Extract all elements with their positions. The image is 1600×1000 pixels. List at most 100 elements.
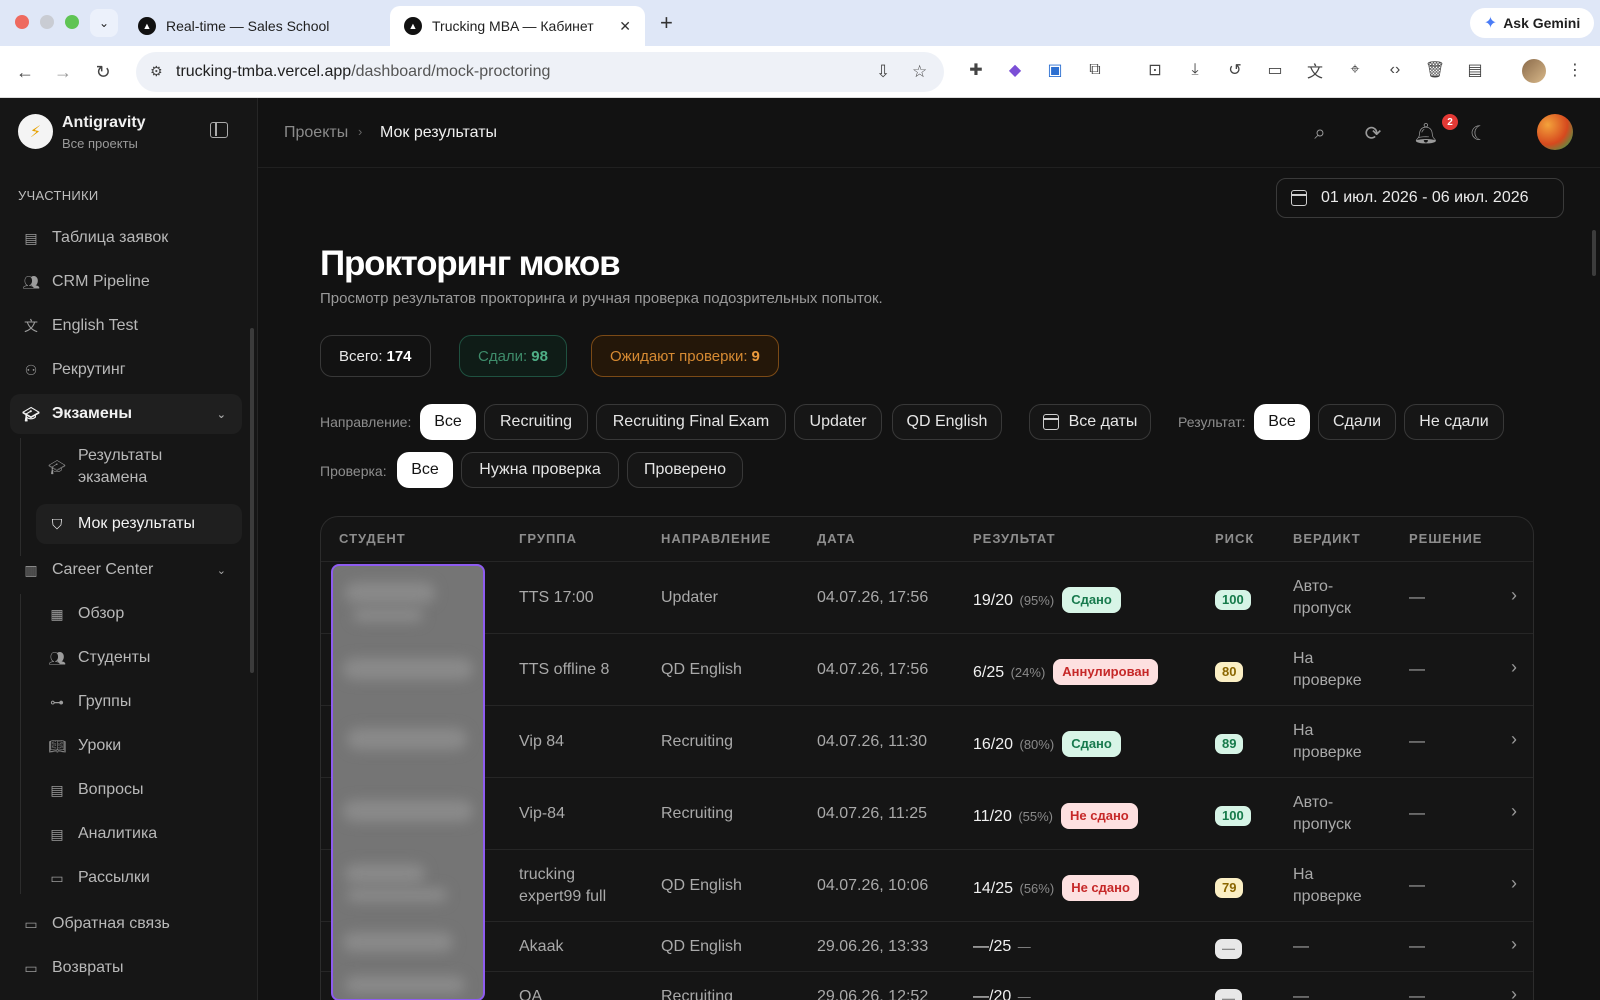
window-minimize-button[interactable] (40, 15, 54, 29)
chevron-right-icon[interactable]: › (1511, 801, 1517, 822)
new-tab-button[interactable]: + (660, 10, 673, 36)
chip-direction-final-exam[interactable]: Recruiting Final Exam (596, 404, 786, 440)
sidebar-item-exam-results[interactable]: 🎓︎ Результаты экзамена (36, 442, 242, 492)
refresh-icon[interactable]: ⟳ (1358, 118, 1388, 148)
chip-check-needs-review[interactable]: Нужна проверка (461, 452, 619, 488)
sidebar-item-students[interactable]: 👥︎ Студенты (36, 638, 242, 678)
forward-button[interactable]: → (50, 59, 76, 85)
main-scrollbar[interactable] (1592, 230, 1596, 276)
browser-tab-trucking-mba[interactable]: ▲ Trucking MBA — Кабинет ✕ (390, 6, 645, 46)
tab-search-button[interactable]: ⌄ (90, 9, 118, 37)
org-name[interactable]: Antigravity (62, 114, 146, 132)
dates-filter-button[interactable]: Все даты (1029, 404, 1151, 440)
breadcrumb-projects[interactable]: Проекты (284, 124, 348, 142)
sidebar-item-lessons[interactable]: 📖︎ Уроки (36, 726, 242, 766)
sidebar-item-mailings[interactable]: ▭ Рассылки (36, 858, 242, 898)
chip-check-all[interactable]: Все (397, 452, 453, 488)
browser-tab-sales-school[interactable]: ▲ Real-time — Sales School (124, 6, 379, 46)
history-icon[interactable]: ↺ (1224, 59, 1246, 81)
extension-s-icon[interactable]: ▣ (1044, 59, 1066, 81)
table-row[interactable]: trucking expert99 full QD English 04.07.… (321, 849, 1533, 921)
extensions-puzzle-icon[interactable]: ⧉ (1084, 59, 1106, 81)
table-row[interactable]: Vip-84 Recruiting 04.07.26, 11:25 11/20 … (321, 777, 1533, 849)
chevron-right-icon[interactable]: › (1511, 657, 1517, 678)
location-pin-icon[interactable]: ⌖ (1344, 59, 1366, 81)
sidebar-item-questions[interactable]: ▤ Вопросы (36, 770, 242, 810)
status-badge: Не сдано (1062, 875, 1139, 901)
profile-avatar[interactable] (1522, 59, 1546, 83)
table-row[interactable]: TTS 17:00 Updater 04.07.26, 17:56 19/20 … (321, 561, 1533, 633)
redaction-blob (345, 864, 425, 884)
stat-value: 98 (531, 347, 548, 365)
translate-icon[interactable]: 文 (1304, 59, 1326, 81)
chip-result-all[interactable]: Все (1254, 404, 1310, 440)
sidebar-item-english-test[interactable]: 文 English Test (10, 306, 242, 346)
sidebar-item-analytics[interactable]: ▤ Аналитика (36, 814, 242, 854)
table-row[interactable]: QA Recruiting 29.06.26, 12:52 —/20 — — —… (321, 971, 1533, 1000)
table-row[interactable]: Akaak QD English 29.06.26, 13:33 —/25 — … (321, 921, 1533, 971)
window-maximize-button[interactable] (65, 15, 79, 29)
column-header-result[interactable]: РЕЗУЛЬТАТ (973, 531, 1056, 546)
sidebar-item-mock-results[interactable]: ⛉ Мок результаты (36, 504, 242, 544)
chip-result-passed[interactable]: Сдали (1318, 404, 1396, 440)
screenshot-icon[interactable]: ⊡ (1144, 59, 1166, 81)
redaction-blob (343, 658, 473, 680)
install-app-icon[interactable]: ⇩ (876, 62, 890, 82)
sidebar-item-career-center[interactable]: ▥ Career Center ⌄ (10, 550, 242, 590)
reload-button[interactable]: ↻ (90, 59, 116, 85)
more-menu-icon[interactable]: ⋮ (1564, 59, 1586, 81)
ask-gemini-button[interactable]: ✦ Ask Gemini (1470, 8, 1594, 38)
sidebar-item-groups[interactable]: ⊶ Группы (36, 682, 242, 722)
bookmark-star-icon[interactable]: ☆ (912, 62, 927, 82)
window-close-button[interactable] (15, 15, 29, 29)
chip-direction-updater[interactable]: Updater (794, 404, 882, 440)
moon-icon[interactable]: ☾ (1464, 118, 1494, 148)
close-icon[interactable]: ✕ (619, 18, 631, 35)
sidebar-scrollbar[interactable] (250, 328, 254, 673)
devices-icon[interactable]: ▭ (1264, 59, 1286, 81)
column-header-risk[interactable]: РИСК (1215, 531, 1254, 546)
extension-plus-icon[interactable]: ✚ (965, 59, 987, 81)
site-settings-icon[interactable]: ⚙ (150, 63, 163, 80)
cell-direction: Updater (661, 589, 718, 606)
sidebar-item-returns[interactable]: ▭ Возвраты (10, 948, 242, 988)
sidebar-toggle-icon[interactable] (210, 122, 228, 138)
extension-gem-icon[interactable]: ◆ (1004, 59, 1026, 81)
download-icon[interactable]: ⤓ (1184, 59, 1206, 81)
side-panel-icon[interactable]: ▤ (1464, 59, 1486, 81)
column-header-direction[interactable]: НАПРАВЛЕНИЕ (661, 531, 771, 546)
bell-icon[interactable]: 🔔︎ (1411, 118, 1441, 148)
trash-icon[interactable]: 🗑 (1424, 59, 1446, 81)
code-icon[interactable]: ‹› (1384, 59, 1406, 81)
sidebar-item-applications[interactable]: ▤ Таблица заявок (10, 218, 242, 258)
column-header-group[interactable]: ГРУППА (519, 531, 577, 546)
date-range-picker[interactable]: 01 июл. 2026 - 06 июл. 2026 (1276, 178, 1564, 218)
column-header-verdict[interactable]: ВЕРДИКТ (1293, 531, 1361, 546)
column-header-decision[interactable]: РЕШЕНИЕ (1409, 531, 1482, 546)
sidebar-item-feedback[interactable]: ▭ Обратная связь (10, 904, 242, 944)
back-button[interactable]: ← (12, 59, 38, 85)
cell-direction: Recruiting (661, 805, 734, 822)
chevron-right-icon[interactable]: › (1511, 984, 1517, 1000)
column-header-date[interactable]: ДАТА (817, 531, 856, 546)
sidebar-item-crm-pipeline[interactable]: 👥︎ CRM Pipeline (10, 262, 242, 302)
chevron-right-icon[interactable]: › (1511, 729, 1517, 750)
chip-check-reviewed[interactable]: Проверено (627, 452, 743, 488)
chevron-right-icon[interactable]: › (1511, 585, 1517, 606)
column-header-student[interactable]: СТУДЕНТ (339, 531, 406, 546)
search-icon[interactable]: ⌕ (1305, 118, 1335, 148)
address-bar[interactable]: ⚙ trucking-tmba.vercel.app/dashboard/moc… (136, 52, 944, 92)
cell-decision: — (1409, 661, 1425, 678)
user-avatar[interactable] (1537, 114, 1573, 150)
chevron-right-icon[interactable]: › (1511, 873, 1517, 894)
sidebar-item-recruiting[interactable]: ⚇ Рекрутинг (10, 350, 242, 390)
table-row[interactable]: Vip 84 Recruiting 04.07.26, 11:30 16/20 … (321, 705, 1533, 777)
sidebar-item-overview[interactable]: ▦ Обзор (36, 594, 242, 634)
chip-direction-recruiting[interactable]: Recruiting (484, 404, 588, 440)
table-row[interactable]: TTS offline 8 QD English 04.07.26, 17:56… (321, 633, 1533, 705)
sidebar-item-exams[interactable]: 🎓︎ Экзамены ⌄ (10, 394, 242, 434)
chip-direction-qd-english[interactable]: QD English (892, 404, 1002, 440)
chip-result-failed[interactable]: Не сдали (1404, 404, 1504, 440)
chip-direction-all[interactable]: Все (420, 404, 476, 440)
chevron-right-icon[interactable]: › (1511, 934, 1517, 955)
